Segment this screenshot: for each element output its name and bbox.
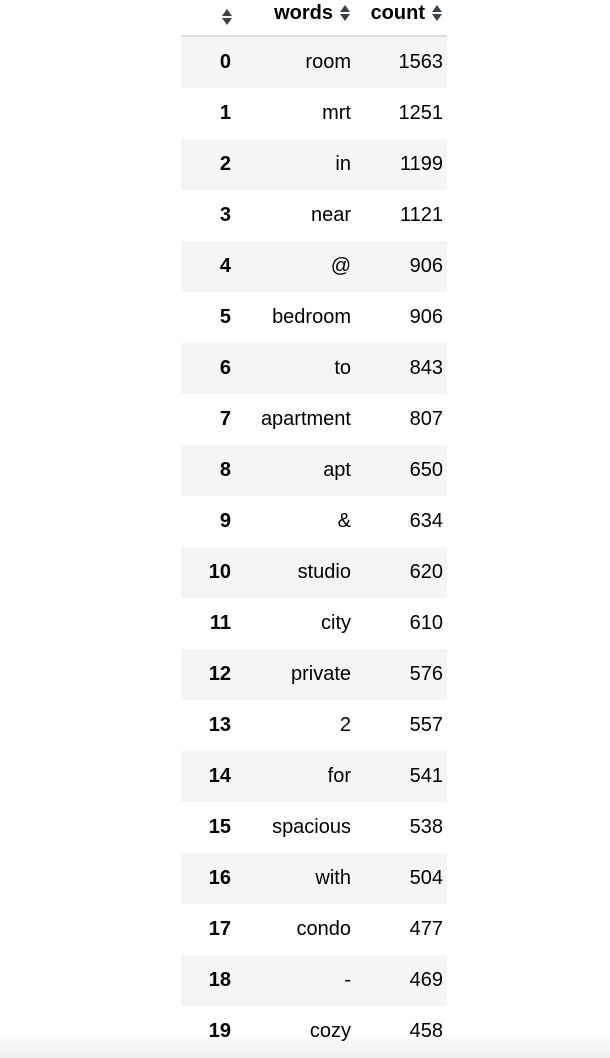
table-row[interactable]: 11 city 610 [181, 598, 447, 649]
cell-words: - [344, 969, 351, 991]
cell-count: 1563 [355, 35, 447, 88]
table-row[interactable]: 15 spacious 538 [181, 802, 447, 853]
cell-words: city [321, 612, 351, 634]
cell-words: with [315, 867, 351, 889]
cell-count: 620 [409, 561, 443, 583]
cell-words: cozy [309, 1020, 351, 1042]
cell-count: 906 [409, 306, 443, 328]
cell-index: 13 [208, 714, 231, 736]
table-row[interactable]: 7 apartment 807 [181, 394, 447, 445]
table-row[interactable]: 6 to 843 [181, 343, 447, 394]
cell-index: 5 [219, 306, 231, 328]
cell-index: 14 [208, 765, 231, 787]
sort-icon[interactable] [432, 5, 443, 21]
cell-count: 541 [409, 765, 443, 787]
table-row[interactable]: 14 for 541 [181, 751, 447, 802]
table-body: 0 room 1563 1 mrt 1251 2 in 1199 3 near 1121 4 @906 5 b… [181, 35, 447, 1057]
cell-words: mrt [322, 102, 351, 124]
sort-icon[interactable] [222, 9, 233, 25]
table-row[interactable]: 19 cozy 458 [181, 1006, 447, 1057]
table-row[interactable]: 8 apt 650 [181, 445, 447, 496]
cell-index: 9 [219, 510, 231, 532]
table-row[interactable]: 2 in 1199 [181, 139, 447, 190]
cell-count: 557 [409, 714, 443, 736]
cell-count: 807 [409, 408, 443, 430]
cell-count: 504 [409, 867, 443, 889]
cell-count: 906 [409, 255, 443, 277]
column-header-count[interactable]: count [355, 0, 447, 36]
cell-index: 19 [208, 1020, 231, 1042]
table-row[interactable]: 17 condo 477 [181, 904, 447, 955]
cell-index: 10 [208, 561, 231, 583]
table-row[interactable]: 0 room 1563 [181, 35, 447, 88]
cell-count: 538 [409, 816, 443, 838]
table-row[interactable]: 12 private 576 [181, 649, 447, 700]
table-row[interactable]: 16 with 504 [181, 853, 447, 904]
cell-words: for [327, 765, 351, 787]
page-root: words count 0 room 1563 1 mrt 1251 2 in 1199 3 nea… [0, 0, 610, 1058]
cell-index: 4 [219, 255, 231, 277]
cell-index: 17 [208, 918, 231, 940]
column-header-index[interactable] [181, 0, 237, 36]
cell-index: 15 [208, 816, 231, 838]
table-row[interactable]: 4 @906 [181, 241, 447, 292]
cell-words: condo [296, 918, 352, 940]
cell-count: 1251 [398, 102, 444, 124]
cell-index: 3 [219, 204, 231, 226]
sort-icon[interactable] [340, 5, 351, 21]
cell-count: 650 [409, 459, 443, 481]
cell-index: 12 [208, 663, 231, 685]
table-row[interactable]: 1 mrt 1251 [181, 88, 447, 139]
column-header-words[interactable]: words [237, 0, 355, 36]
column-header-words-label: words [274, 2, 333, 24]
cell-words: 2 [339, 714, 351, 736]
table-row[interactable]: 18 - 469 [181, 955, 447, 1006]
table-row[interactable]: 9 & 634 [181, 496, 447, 547]
dataframe-table-container: words count 0 room 1563 1 mrt 1251 2 in 1199 3 nea… [181, 0, 447, 1057]
cell-words: in [335, 153, 351, 175]
table-row[interactable]: 3 near 1121 [181, 190, 447, 241]
cell-count: 458 [409, 1020, 443, 1042]
cell-count: 477 [409, 918, 443, 940]
cell-index: 7 [219, 408, 231, 430]
cell-count: 843 [409, 357, 443, 379]
table-header-row: words count [181, 0, 447, 36]
column-header-count-label: count [370, 2, 425, 24]
cell-index: 0 [181, 35, 237, 88]
cell-words: spacious [272, 816, 351, 838]
cell-count: 576 [409, 663, 443, 685]
table-row[interactable]: 10 studio 620 [181, 547, 447, 598]
cell-words: studio [297, 561, 351, 583]
word-count-table: words count 0 room 1563 1 mrt 1251 2 in 1199 3 nea… [181, 0, 447, 1057]
cell-count: 1199 [399, 153, 443, 175]
table-header: words count [181, 0, 447, 36]
cell-words: apartment [260, 408, 351, 430]
table-row[interactable]: 13 2 557 [181, 700, 447, 751]
cell-count: 610 [409, 612, 443, 634]
cell-words: to [334, 357, 351, 379]
cell-index: 18 [208, 969, 231, 991]
cell-index: 2 [219, 153, 231, 175]
cell-words: apt [323, 459, 351, 481]
cell-words: bedroom [272, 306, 351, 328]
cell-index: 8 [219, 459, 231, 481]
cell-count: 634 [409, 510, 443, 532]
table-row[interactable]: 5 bedroom 906 [181, 292, 447, 343]
cell-words: private [290, 663, 351, 685]
cell-words: & [337, 510, 351, 532]
cell-index: 6 [219, 357, 231, 379]
cell-count: 1121 [399, 204, 443, 226]
cell-words: room [237, 35, 355, 88]
cell-index: 1 [219, 102, 231, 124]
cell-index: 11 [209, 612, 231, 634]
cell-words: near [310, 204, 351, 226]
cell-index: 16 [208, 867, 231, 889]
cell-words: @ [330, 255, 351, 277]
cell-count: 469 [409, 969, 443, 991]
